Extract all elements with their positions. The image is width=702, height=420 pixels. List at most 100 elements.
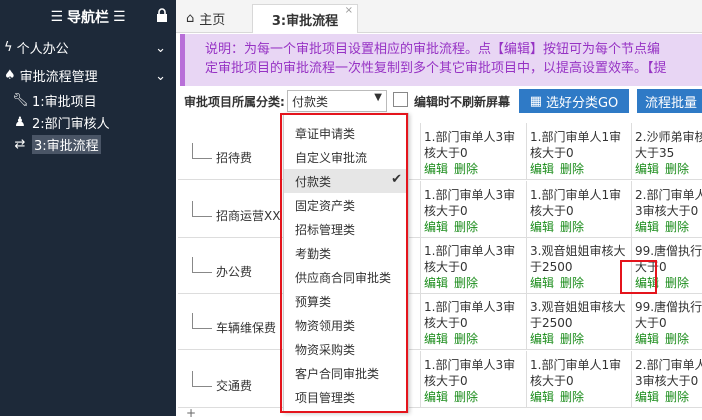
grid-icon: ▦ [529,93,542,109]
edit-link[interactable]: 编辑 [424,276,448,290]
tree-line [192,272,212,273]
menu-icon[interactable]: ☰ [50,9,63,25]
flow-node-text: 1.部门审单人3审核大于0 [424,244,516,274]
flow-cell: 1.部门审单人1审核大于0 编辑 删除 [526,123,631,179]
edit-link[interactable]: 编辑 [424,220,448,234]
flow-node-text: 1.部门审单人1审核大于0 [530,358,622,388]
close-icon[interactable]: × [345,5,353,16]
flow-cell: 3.观音姐姐审核大于2500 编辑 删除 [526,293,631,349]
delete-link[interactable]: 删除 [454,390,478,404]
edit-link[interactable]: 编辑 [635,162,659,176]
flow-node-text: 1.部门审单人3审核大于0 [424,358,516,388]
no-refresh-checkbox[interactable] [393,92,408,107]
sidebar-group-approval[interactable]: ♠ 审批流程管理 ⌄ [0,61,176,89]
delete-link[interactable]: 删除 [665,332,689,346]
dropdown-option[interactable]: 项目管理类 [284,385,408,409]
delete-link[interactable]: 删除 [560,390,584,404]
dropdown-option-label: 客户合同审批类 [295,366,380,381]
flow-cell: 1.部门审单人1审核大于0 编辑 删除 [526,351,631,407]
dropdown-option[interactable]: 供应商合同审批类 [284,265,408,289]
chevron-down-icon: ⌄ [155,41,166,56]
menu-icon[interactable]: ☰ [113,9,126,25]
edit-link[interactable]: 编辑 [635,220,659,234]
sidebar-item-dept-reviewer[interactable]: ♟ 2:部门审核人 [0,111,176,133]
delete-link[interactable]: 删除 [560,332,584,346]
flow-node-text: 2.部门审单人3审核大于0 [635,358,702,388]
notice-line: 定审批项目的审批流程一次性复制到多个其它审批项目中，以提高设置效率。【提 [205,61,667,76]
edit-link[interactable]: 编辑 [424,332,448,346]
category-select[interactable]: 付款类 ▼ [287,90,387,112]
sidebar-item-label: 2:部门审核人 [32,116,110,132]
dropdown-option[interactable]: 章证申请类 [284,121,408,145]
delete-link[interactable]: 删除 [454,276,478,290]
dropdown-option[interactable]: 自定义审批流 [284,145,408,169]
delete-link[interactable]: 删除 [454,220,478,234]
flow-cell: 2.部门审单人3审核大于0 编辑 删除 [631,351,702,407]
tab-approval-flow[interactable]: 3:审批流程 × [252,4,358,33]
nav-header: ☰ 导航栏 ☰ [0,0,176,33]
highlight-box [620,260,657,294]
dropdown-option[interactable]: 招标管理类 [284,217,408,241]
tree-line [192,158,212,159]
delete-link[interactable]: 删除 [454,332,478,346]
delete-link[interactable]: 删除 [665,220,689,234]
lock-icon[interactable] [156,8,168,22]
wrench-icon: 🔧︎ [12,92,29,108]
flow-node-text: 1.部门审单人3审核大于0 [424,130,516,160]
edit-link[interactable]: 编辑 [424,162,448,176]
tree-line [192,371,193,387]
tab-home[interactable]: ⌂ 主页 [176,4,262,32]
tree-line [192,328,212,329]
flow-node-text: 1.部门审单人3审核大于0 [424,188,516,218]
table-row: 招商运营XX 1.部门审单人3审核大于0 编辑 删除 1.部门审单人1审核大于0 编辑 删除… [178,181,702,238]
dropdown-option[interactable]: 付款类 ✔ [284,169,408,193]
delete-link[interactable]: 删除 [560,276,584,290]
edit-link[interactable]: 编辑 [530,162,554,176]
edit-link[interactable]: 编辑 [530,276,554,290]
edit-link[interactable]: 编辑 [530,220,554,234]
batch-flow-button[interactable]: 流程批量 [637,89,702,113]
tree-line [192,201,193,217]
tree-line [192,313,193,329]
edit-link[interactable]: 编辑 [635,390,659,404]
edit-link[interactable]: 编辑 [424,390,448,404]
add-icon[interactable]: + [186,406,196,420]
delete-link[interactable]: 删除 [665,162,689,176]
bolt-icon: ϟ [4,39,13,55]
dropdown-option[interactable]: 物资采购类 [284,337,408,361]
chevron-down-icon: ⌄ [155,69,166,84]
flow-cell: 2.沙师弟审核大于35 编辑 删除 [631,123,702,179]
table-row: 车辆维保费 1.部门审单人3审核大于0 编辑 删除 3.观音姐姐审核大于2500 编辑 删除… [178,293,702,350]
nav-title: 导航栏 [67,9,109,26]
delete-link[interactable]: 删除 [454,162,478,176]
delete-link[interactable]: 删除 [665,390,689,404]
delete-link[interactable]: 删除 [665,276,689,290]
dropdown-option[interactable]: 客户合同审批类 [284,361,408,385]
check-icon: ✔ [391,172,402,187]
sidebar-item-label: 1:审批项目 [32,94,97,110]
cell-ops: 编辑 删除 [424,389,526,405]
go-button[interactable]: ▦ 选好分类GO [519,89,629,113]
dropdown-option-label: 物资采购类 [295,342,356,357]
dropdown-option[interactable]: 考勤类 [284,241,408,265]
edit-link[interactable]: 编辑 [530,332,554,346]
dropdown-option[interactable]: 物资领用类 [284,313,408,337]
flow-cell: 1.部门审单人3审核大于0 编辑 删除 [420,351,526,407]
cell-ops: 编辑 删除 [424,219,526,235]
dropdown-option[interactable]: 固定资产类 [284,193,408,217]
dropdown-option[interactable]: 预算类 [284,289,408,313]
sidebar-group-personal[interactable]: ϟ 个人办公 ⌄ [0,33,176,61]
sidebar-item-approval-project[interactable]: 🔧︎ 1:审批项目 [0,89,176,111]
sidebar-item-approval-flow[interactable]: ⇄ 3:审批流程 [0,133,176,155]
cell-ops: 编辑 删除 [530,161,631,177]
dropdown-option-label: 物资领用类 [295,318,356,333]
edit-link[interactable]: 编辑 [635,332,659,346]
flow-cell: 2.部门审单人3审核大于0 编辑 删除 [631,181,702,237]
delete-link[interactable]: 删除 [560,220,584,234]
edit-link[interactable]: 编辑 [530,390,554,404]
cell-ops: 编辑 删除 [530,331,631,347]
sidebar: ☰ 导航栏 ☰ ϟ 个人办公 ⌄ ♠ 审批流程管理 ⌄ 🔧︎ 1:审批项目 ♟ … [0,0,176,416]
notice-line: 说明：为每一个审批项目设置相应的审批流程。点【编辑】按钮可为每个节点编 [205,42,661,57]
delete-link[interactable]: 删除 [560,162,584,176]
tab-label: 3:审批流程 [271,13,339,29]
